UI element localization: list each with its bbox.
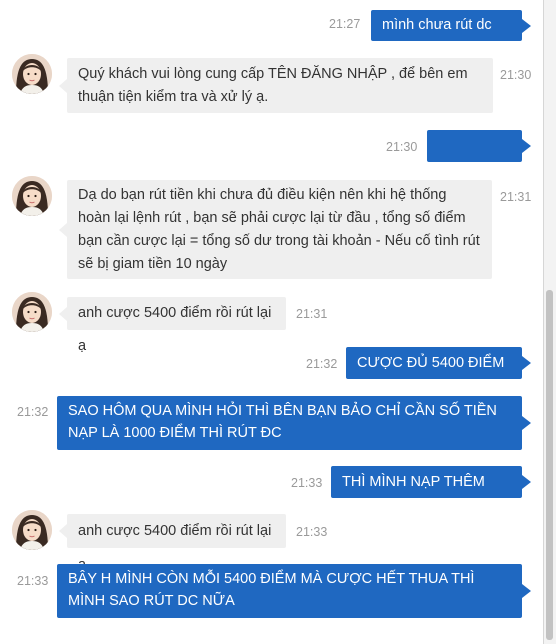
message-bubble[interactable] (427, 130, 531, 162)
message-text: Quý khách vui lòng cung cấp TÊN ĐĂNG NHẬ… (78, 66, 468, 105)
message-timestamp: 21:30 (500, 68, 532, 82)
message-timestamp: 21:32 (306, 357, 338, 371)
message-bubble[interactable]: Dạ do bạn rút tiền khi chưa đủ điều kiện… (59, 180, 492, 279)
message-bubble[interactable]: Quý khách vui lòng cung cấp TÊN ĐĂNG NHẬ… (59, 58, 493, 113)
agent-avatar-icon (12, 510, 52, 550)
agent-avatar-icon (12, 176, 52, 216)
message-bubble[interactable]: BÂY H MÌNH CÒN MỖI 5400 ĐIỂM MÀ CƯỢC HẾT… (57, 564, 531, 618)
message-bubble[interactable]: CƯỢC ĐỦ 5400 ĐIỂM Á (346, 347, 531, 403)
message-timestamp: 21:33 (291, 476, 323, 490)
message-timestamp: 21:31 (500, 190, 532, 204)
message-timestamp: 21:33 (17, 574, 49, 588)
message-timestamp: 21:33 (296, 525, 328, 539)
message-text: BÂY H MÌNH CÒN MỖI 5400 ĐIỂM MÀ CƯỢC HẾT… (68, 571, 475, 609)
message-timestamp: 21:27 (329, 17, 361, 31)
scrollbar-thumb[interactable] (546, 290, 553, 640)
message-bubble[interactable]: THÌ MÌNH NẠP THÊM VÀO (331, 466, 531, 522)
message-bubble[interactable]: anh cược 5400 điểm rồi rút lại ạ (59, 297, 286, 354)
message-bubble[interactable]: anh cược 5400 điểm rồi rút lại ạ (59, 514, 286, 573)
message-bubble[interactable]: mình chưa rút dc tiền (371, 10, 531, 64)
message-timestamp: 21:30 (386, 140, 418, 154)
agent-avatar-icon (12, 54, 52, 94)
agent-avatar-icon (12, 292, 52, 332)
message-text: Dạ do bạn rút tiền khi chưa đủ điều kiện… (78, 187, 480, 272)
message-text: SAO HÔM QUA MÌNH HỎI THÌ BÊN BẠN BẢO CHỈ… (68, 403, 497, 441)
message-timestamp: 21:32 (17, 405, 49, 419)
message-bubble[interactable]: SAO HÔM QUA MÌNH HỎI THÌ BÊN BẠN BẢO CHỈ… (57, 396, 531, 450)
message-timestamp: 21:31 (296, 307, 328, 321)
